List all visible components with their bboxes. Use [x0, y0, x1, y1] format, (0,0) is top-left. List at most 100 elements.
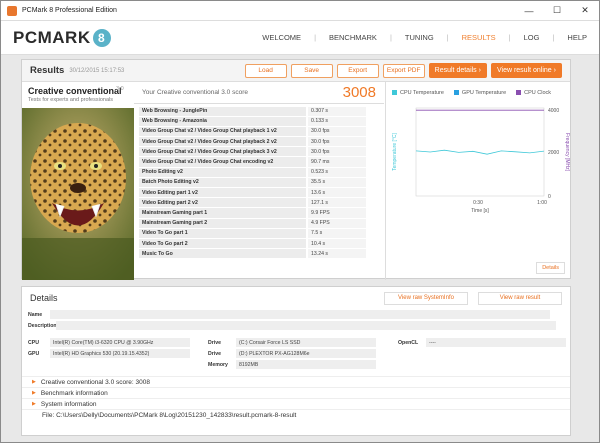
- result-row: Video Group Chat v2 / Video Group Chat p…: [139, 126, 379, 137]
- app-window: PCMark 8 Professional Edition — ☐ ✕ PCMA…: [0, 0, 600, 443]
- hardware-info: CPU Intel(R) Core(TM) i3-6320 CPU @ 3.90…: [22, 337, 570, 370]
- export-pdf-button[interactable]: Export PDF: [382, 63, 425, 78]
- cpu-value: Intel(R) Core(TM) i3-6320 CPU @ 3.90GHz: [50, 337, 190, 348]
- result-row-name: Video Group Chat v2 / Video Group Chat p…: [139, 147, 306, 157]
- chart-svg: Temperature [°C] Frequency [MHz] 4000 20…: [392, 107, 570, 214]
- nav-separator: |: [446, 33, 449, 42]
- app-header: PCMARK 8 WELCOME | BENCHMARK | TUNING | …: [1, 21, 599, 55]
- window-title: PCMark 8 Professional Edition: [22, 7, 117, 14]
- minimize-button[interactable]: —: [515, 1, 543, 21]
- details-header: Details View raw SystemInfo View raw res…: [22, 287, 570, 309]
- chevron-right-icon: ▶: [32, 379, 36, 385]
- details-panel: Details View raw SystemInfo View raw res…: [21, 286, 571, 436]
- result-row-value: 4.9 FPS: [308, 218, 366, 228]
- result-row-value: 127.1 s: [308, 198, 366, 208]
- expanders: ▶ Creative conventional 3.0 score: 3008 …: [22, 376, 570, 420]
- result-row-name: Video To Go part 2: [139, 238, 306, 249]
- result-row-value: 13.6 s: [308, 188, 366, 198]
- nav-tuning[interactable]: TUNING: [405, 33, 434, 42]
- nav-benchmark[interactable]: BENCHMARK: [329, 33, 377, 42]
- name-row: Name: [22, 309, 570, 320]
- drive2-row: Drive (D:) PLEXTOR PX-AG128M6e: [202, 348, 392, 359]
- result-row-value: 7.5 s: [308, 228, 366, 238]
- nav-separator: |: [389, 33, 392, 42]
- app-icon: [7, 5, 17, 16]
- main-nav: WELCOME | BENCHMARK | TUNING | RESULTS |…: [262, 33, 587, 42]
- result-details-button[interactable]: Result details ›: [428, 63, 487, 78]
- expander-score-label: Creative conventional 3.0 score: 3008: [40, 378, 150, 386]
- result-row: Photo Editing v2 0.523 s: [139, 167, 379, 177]
- results-date: 30/12/2015 15:17:53: [69, 67, 125, 74]
- result-row-name: Video Group Chat v2 / Video Group Chat p…: [139, 126, 306, 137]
- expander-system-info-label: System information: [40, 400, 97, 408]
- name-label: Name: [28, 311, 43, 318]
- export-button[interactable]: Export: [336, 63, 379, 78]
- description-label: Description: [28, 322, 57, 329]
- x-tick-0-30: 0:30: [473, 200, 483, 206]
- opencl-column: OpenCL ----: [392, 337, 566, 370]
- opencl-value: ----: [426, 337, 566, 348]
- result-row-name: Video Group Chat v2 / Video Group Chat p…: [139, 137, 306, 147]
- pcmark-logo: PCMARK 8: [13, 28, 111, 48]
- memory-row: Memory 8192MB: [202, 359, 392, 370]
- chart-legend: CPU Temperature GPU Temperature CPU Cloc…: [386, 82, 571, 96]
- nav-results[interactable]: RESULTS: [462, 33, 496, 42]
- opencl-row: OpenCL ----: [392, 337, 566, 348]
- cpu-gpu-column: CPU Intel(R) Core(TM) i3-6320 CPU @ 3.90…: [22, 337, 202, 370]
- nav-log[interactable]: LOG: [524, 33, 540, 42]
- maximize-button[interactable]: ☐: [543, 1, 571, 21]
- result-row: Web Browsing - Amazonia 0.133 s: [139, 116, 379, 126]
- gpu-value: Intel(R) HD Graphics 530 (20.19.15.4352): [50, 348, 190, 359]
- nav-help[interactable]: HELP: [567, 33, 587, 42]
- drive-column: Drive (C:) Corsair Force LS SSD Drive (D…: [202, 337, 392, 370]
- result-row-value: 13.24 s: [308, 249, 366, 259]
- view-raw-result-button[interactable]: View raw result: [478, 291, 562, 305]
- gpu-row: GPU Intel(R) HD Graphics 530 (20.19.15.4…: [22, 348, 202, 359]
- drive1-value: (C:) Corsair Force LS SSD: [236, 337, 376, 348]
- chevron-right-icon: ▶: [32, 401, 36, 407]
- results-panel: Results 30/12/2015 15:17:53 Load Save Ex…: [21, 59, 571, 280]
- nav-welcome[interactable]: WELCOME: [262, 33, 301, 42]
- view-raw-systeminfo-button[interactable]: View raw SystemInfo: [384, 291, 468, 305]
- result-row: Batch Photo Editing v2 35.5 s: [139, 177, 379, 187]
- drive2-value: (D:) PLEXTOR PX-AG128M6e: [236, 348, 376, 359]
- result-row-value: 35.5 s: [308, 177, 366, 187]
- name-value: [50, 309, 550, 320]
- expander-score[interactable]: ▶ Creative conventional 3.0 score: 3008: [22, 376, 570, 387]
- result-row-name: Batch Photo Editing v2: [139, 177, 306, 187]
- right-tick-2000: 2000: [548, 150, 559, 156]
- right-axis-label: Frequency [MHz]: [564, 133, 570, 172]
- monitoring-chart: CPU Temperature GPU Temperature CPU Cloc…: [385, 82, 571, 280]
- cpu-row: CPU Intel(R) Core(TM) i3-6320 CPU @ 3.90…: [22, 337, 202, 348]
- result-row-value: 30.0 fps: [308, 147, 366, 157]
- close-button[interactable]: ✕: [571, 1, 599, 21]
- save-button[interactable]: Save: [290, 63, 333, 78]
- result-row-value: 30.0 fps: [308, 137, 366, 147]
- view-online-label: View result online: [496, 67, 552, 74]
- right-tick-0: 0: [548, 194, 551, 200]
- result-row-value: 30.0 fps: [308, 126, 366, 137]
- result-row-name: Video To Go part 1: [139, 228, 306, 238]
- opencl-label: OpenCL: [398, 339, 419, 346]
- nav-separator: |: [552, 33, 555, 42]
- expander-benchmark-info[interactable]: ▶ Benchmark information: [22, 387, 570, 398]
- result-row: Video Group Chat v2 / Video Group Chat p…: [139, 147, 379, 157]
- result-row-value: 10.4 s: [308, 238, 366, 249]
- left-axis-label: Temperature [°C]: [392, 132, 398, 170]
- result-row-name: Music To Go: [139, 249, 306, 259]
- right-tick-4000: 4000: [548, 108, 559, 114]
- drive1-row: Drive (C:) Corsair Force LS SSD: [202, 337, 392, 348]
- load-button[interactable]: Load: [244, 63, 287, 78]
- result-row-value: 0.307 s: [308, 106, 366, 116]
- view-result-online-button[interactable]: View result online ›: [490, 63, 562, 78]
- description-value: [56, 320, 556, 331]
- results-title: Results: [30, 65, 65, 76]
- result-row-name: Video Editing part 2 v2: [139, 198, 306, 208]
- expander-system-info[interactable]: ▶ System information: [22, 398, 570, 409]
- x-axis-label: Time [s]: [471, 208, 489, 214]
- result-row-name: Video Editing part 1 v2: [139, 188, 306, 198]
- results-header: Results 30/12/2015 15:17:53 Load Save Ex…: [22, 60, 570, 82]
- result-row-value: 0.133 s: [308, 116, 366, 126]
- result-row-value: 0.523 s: [308, 167, 366, 177]
- chart-details-button[interactable]: Details: [536, 262, 565, 274]
